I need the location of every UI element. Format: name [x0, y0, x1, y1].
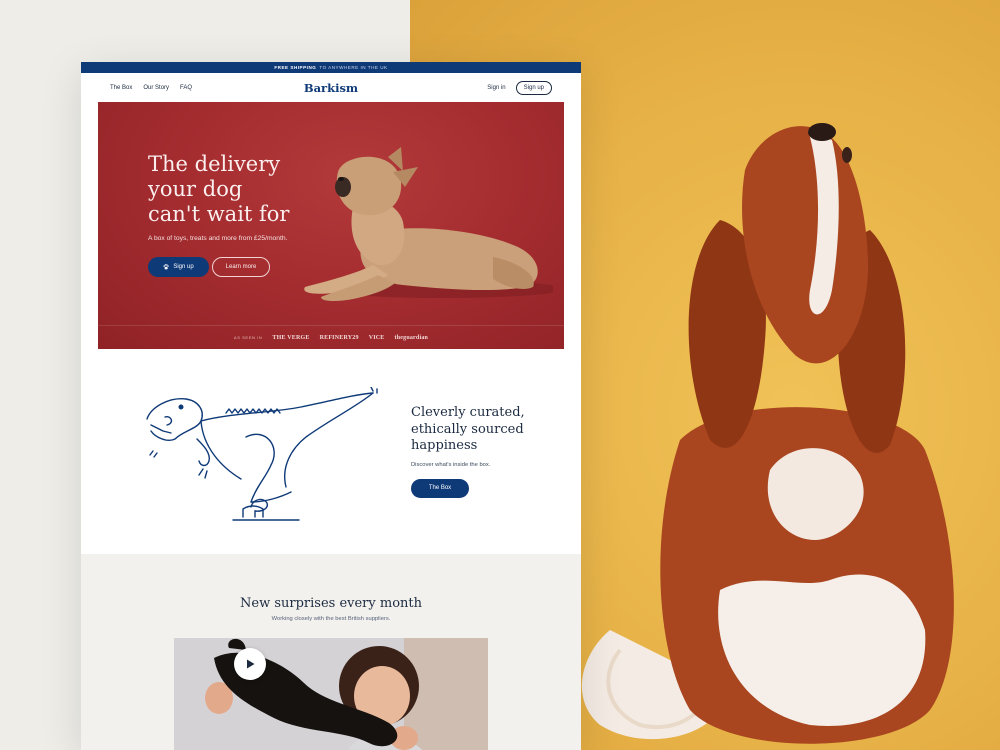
nav-link-faq[interactable]: FAQ — [180, 85, 192, 91]
hero-sign-up-button[interactable]: Sign up — [148, 257, 209, 277]
hero-title: The delivery your dog can't wait for — [148, 152, 290, 226]
french-bulldog-photo — [304, 147, 553, 302]
press-strip: AS SEEN IN THE VERGE REFINERY29 VICE the… — [98, 325, 564, 349]
press-logo-the-verge: THE VERGE — [272, 334, 310, 341]
curated-section: Cleverly curated, ethically sourced happ… — [411, 405, 541, 498]
video-still — [174, 638, 488, 750]
play-button[interactable] — [234, 648, 266, 680]
dinosaur-illustration — [146, 387, 378, 521]
nav-links: The Box Our Story FAQ — [110, 85, 192, 91]
promo-strong: FREE SHIPPING — [274, 65, 317, 70]
surprises-title: New surprises every month — [240, 596, 422, 611]
nav-account: Sign in Sign up — [487, 80, 552, 95]
spaniel-photo — [581, 123, 954, 744]
surprises-section: New surprises every month Working closel… — [81, 554, 581, 750]
hero-subtitle: A box of toys, treats and more from £25/… — [148, 235, 288, 242]
curated-subtitle: Discover what's inside the box. — [411, 461, 491, 468]
video-thumbnail[interactable] — [174, 638, 488, 750]
learn-more-button[interactable]: Learn more — [212, 257, 270, 277]
hero-banner: The delivery your dog can't wait for A b… — [98, 102, 564, 349]
promo-bar: FREE SHIPPING TO ANYWHERE IN THE UK — [81, 62, 581, 73]
surprises-subtitle: Working closely with the best British su… — [271, 616, 391, 622]
press-label: AS SEEN IN — [233, 335, 263, 340]
top-nav: The Box Our Story FAQ Barkism Sign in Si… — [81, 73, 581, 102]
sign-in-link[interactable]: Sign in — [487, 85, 505, 91]
press-logo-vice: VICE — [368, 334, 385, 341]
paw-icon — [163, 264, 170, 270]
website-mockup: FREE SHIPPING TO ANYWHERE IN THE UK The … — [81, 62, 581, 750]
nav-link-our-story[interactable]: Our Story — [143, 85, 169, 91]
press-logo-refinery29: REFINERY29 — [319, 334, 359, 341]
sign-up-button[interactable]: Sign up — [515, 80, 552, 95]
press-logo-guardian: theguardian — [394, 334, 429, 341]
hero-sign-up-label: Sign up — [173, 264, 194, 270]
promo-text: TO ANYWHERE IN THE UK — [319, 65, 388, 70]
curated-title: Cleverly curated, ethically sourced happ… — [411, 405, 525, 453]
the-box-button[interactable]: The Box — [411, 478, 469, 498]
play-icon — [247, 659, 255, 669]
nav-link-the-box[interactable]: The Box — [110, 85, 132, 91]
